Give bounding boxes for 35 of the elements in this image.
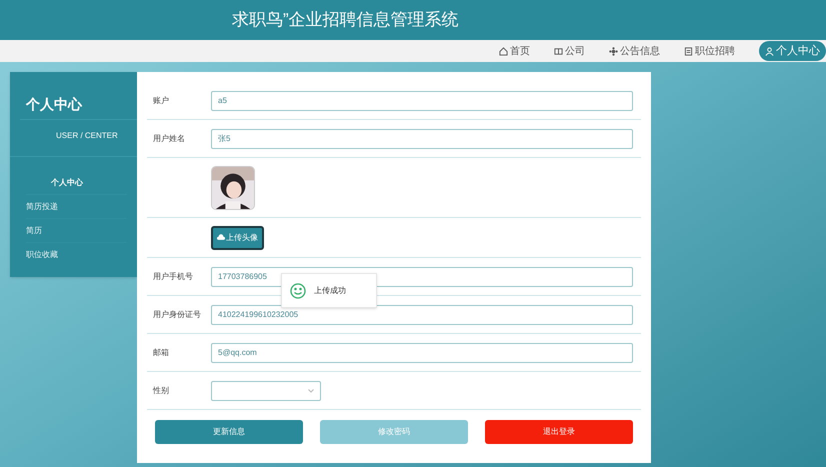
nav-link[interactable]: 首页 — [499, 44, 530, 58]
field-label: 邮箱 — [152, 346, 170, 358]
sidebar-item[interactable]: 简历投递 — [26, 195, 127, 219]
field-label: 用户身份证号 — [152, 308, 202, 320]
user-icon — [765, 46, 774, 56]
nav-link[interactable]: 个人中心 — [759, 41, 826, 61]
document-icon — [684, 46, 693, 56]
field-label: 性别 — [152, 384, 170, 396]
text-field[interactable]: 张5 — [211, 128, 633, 148]
text-field[interactable]: 5@qq.com — [211, 342, 633, 362]
select-field[interactable] — [211, 380, 321, 400]
form-button[interactable]: 更新信息 — [155, 420, 303, 444]
text-field[interactable]: a5 — [211, 90, 633, 110]
cloud-icon — [217, 234, 225, 241]
sidebar-item[interactable]: 个人中心 — [26, 171, 127, 195]
nav-link[interactable]: 公司 — [554, 44, 585, 58]
smiley-icon — [290, 282, 306, 298]
field-label: 用户姓名 — [152, 132, 186, 144]
form-button[interactable]: 退出登录 — [485, 420, 633, 444]
sidebar-title: 个人中心 — [24, 95, 84, 114]
chevron-down-icon — [308, 388, 314, 392]
field-label: 用户手机号 — [152, 270, 194, 282]
text-field[interactable]: 17703786905 — [211, 266, 633, 286]
flower-icon — [609, 46, 618, 56]
site-title: 求职鸟”企业招聘信息管理系统 — [232, 9, 459, 32]
home-icon — [499, 46, 508, 56]
upload-button[interactable]: 上传头像 — [211, 226, 264, 250]
sidebar-item[interactable]: 职位收藏 — [26, 243, 127, 267]
grid-icon — [554, 46, 563, 56]
nav-link[interactable]: 公告信息 — [609, 44, 660, 58]
sidebar-item[interactable]: 简历 — [26, 219, 127, 243]
text-field[interactable]: 410224199610232005 — [211, 304, 633, 324]
nav-link[interactable]: 职位招聘 — [684, 44, 735, 58]
field-label: 账户 — [152, 94, 170, 106]
toast-message: 上传成功 — [314, 284, 346, 296]
